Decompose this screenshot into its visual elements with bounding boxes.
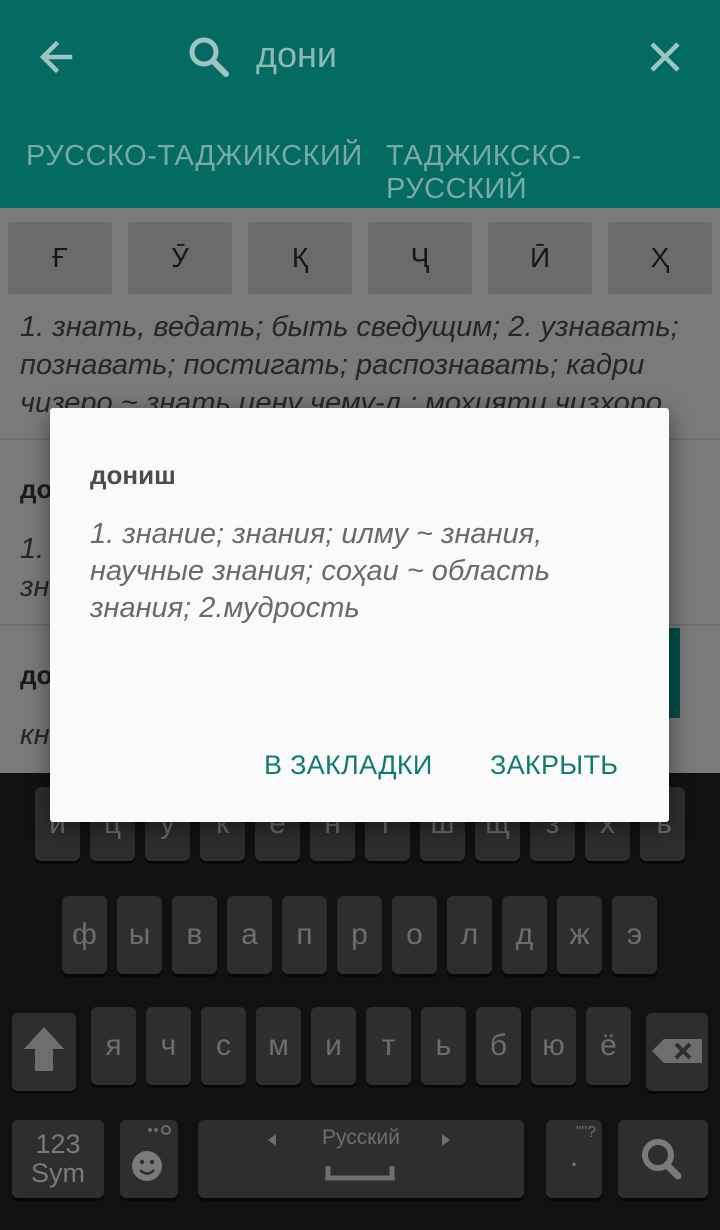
key[interactable]: ё: [586, 1007, 631, 1085]
key[interactable]: ж: [557, 896, 602, 974]
key[interactable]: л: [447, 896, 492, 974]
period-label: .: [569, 1140, 579, 1173]
key-label: о: [406, 918, 423, 951]
key[interactable]: в: [172, 896, 217, 974]
search-icon: [642, 1139, 682, 1180]
symbols-label-bottom: Sym: [31, 1158, 85, 1188]
close-icon[interactable]: [640, 32, 690, 82]
key-label: с: [216, 1029, 231, 1062]
dialog-title: дониш: [90, 460, 176, 490]
key-label: и: [325, 1029, 342, 1062]
key-label: л: [460, 918, 479, 951]
tab-tajik-russian[interactable]: ТАДЖИКСКО-РУССКИЙ: [386, 140, 720, 206]
key[interactable]: ч: [146, 1007, 191, 1085]
letter-key[interactable]: Қ: [248, 222, 352, 294]
key-label: ё: [600, 1029, 617, 1062]
key[interactable]: р: [337, 896, 382, 974]
key-label: т: [381, 1029, 396, 1062]
search-input[interactable]: дони: [256, 34, 337, 76]
bookmark-button[interactable]: В ЗАКЛАДКИ: [264, 750, 433, 781]
key-label: ь: [435, 1029, 452, 1062]
emoji-key[interactable]: [120, 1120, 178, 1198]
language-label: Русский: [322, 1126, 400, 1149]
key-label: я: [105, 1029, 122, 1062]
shift-key[interactable]: [12, 1013, 76, 1091]
close-button[interactable]: ЗАКРЫТЬ: [490, 750, 618, 781]
key-label: ф: [72, 918, 97, 951]
key-label: п: [296, 918, 313, 951]
key-label: д: [515, 918, 534, 951]
key-label: ы: [128, 918, 151, 951]
word-dialog: дониш 1. знание; знания; илму ~ знания, …: [50, 408, 669, 822]
key-label: э: [626, 918, 643, 951]
emoji-icon: [132, 1125, 171, 1181]
key[interactable]: ы: [117, 896, 162, 974]
key-label: б: [489, 1029, 508, 1062]
key[interactable]: о: [392, 896, 437, 974]
symbols-label-top: 123: [35, 1129, 81, 1159]
backspace-key[interactable]: [646, 1013, 708, 1091]
entry-text: познавать; постигать; распознавать; кадр…: [20, 349, 645, 381]
entry-title[interactable]: до: [20, 474, 52, 505]
letter-key[interactable]: Ғ: [8, 222, 112, 294]
letter-key[interactable]: Ҳ: [608, 222, 712, 294]
search-icon: [189, 37, 229, 77]
back-arrow-icon[interactable]: [30, 30, 84, 84]
dialog-body: 1. знание; знания; илму ~ знания, научны…: [90, 518, 551, 624]
letter-key[interactable]: Ӯ: [128, 222, 232, 294]
key[interactable]: п: [282, 896, 327, 974]
key[interactable]: я: [91, 1007, 136, 1085]
key[interactable]: с: [201, 1007, 246, 1085]
app-bar: дони РУССКО-ТАДЖИКСКИЙ ТАДЖИКСКО-РУССКИЙ: [0, 0, 720, 208]
shift-icon: [24, 1027, 64, 1071]
key-label: ч: [160, 1029, 177, 1062]
space-bar[interactable]: Русский: [198, 1120, 524, 1198]
period-key[interactable]: ""? .: [546, 1120, 602, 1198]
key[interactable]: ф: [62, 896, 107, 974]
key[interactable]: ь: [421, 1007, 466, 1085]
key-label: а: [241, 918, 258, 951]
key-label: в: [186, 918, 203, 951]
entry-title[interactable]: до: [20, 660, 52, 691]
key[interactable]: э: [612, 896, 657, 974]
key[interactable]: т: [366, 1007, 411, 1085]
key[interactable]: м: [256, 1007, 301, 1085]
key[interactable]: д: [502, 896, 547, 974]
tab-russian-tajik[interactable]: РУССКО-ТАДЖИКСКИЙ: [26, 140, 363, 173]
letter-key[interactable]: Ҷ: [368, 222, 472, 294]
letter-key[interactable]: Ӣ: [488, 222, 592, 294]
keyboard: йцукенгшщзхъ фывапролджэ ячсмитьбюё 123 …: [0, 773, 720, 1230]
key[interactable]: б: [476, 1007, 521, 1085]
search-key[interactable]: [618, 1120, 708, 1198]
key[interactable]: ю: [531, 1007, 576, 1085]
key[interactable]: а: [227, 896, 272, 974]
backspace-icon: [652, 1039, 702, 1063]
key[interactable]: и: [311, 1007, 356, 1085]
key-label: ж: [569, 918, 590, 951]
symbols-key[interactable]: 123 Sym: [12, 1120, 104, 1198]
entry-text: 1. знать, ведать; быть сведущим; 2. узна…: [20, 311, 679, 343]
key-label: ю: [542, 1029, 565, 1062]
key-label: м: [268, 1029, 289, 1062]
key-label: р: [351, 918, 368, 951]
